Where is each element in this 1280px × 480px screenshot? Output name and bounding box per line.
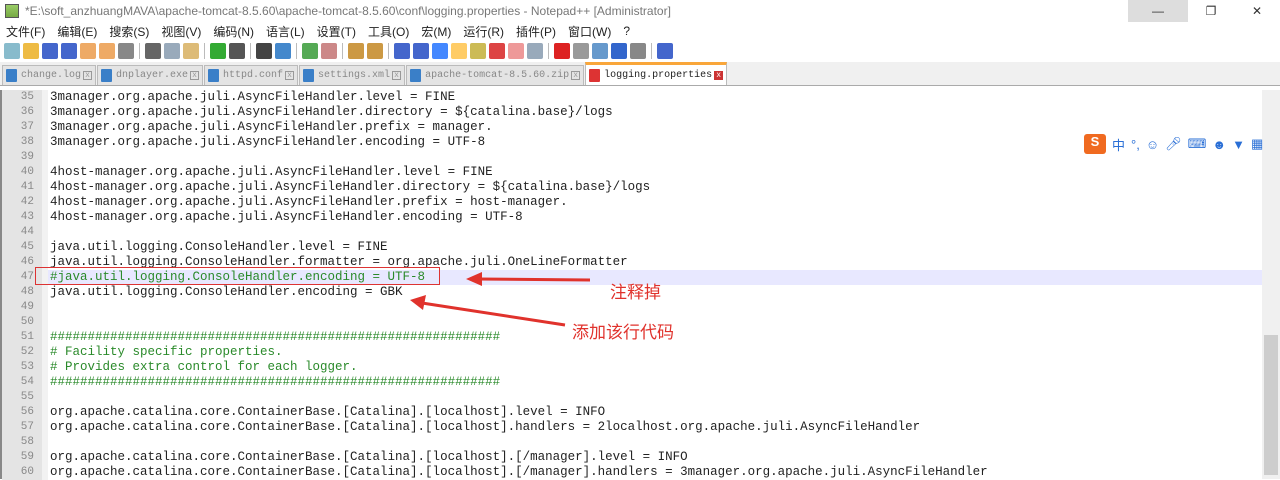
- microphone-icon[interactable]: 🎤︎: [1165, 136, 1182, 152]
- arrow-comment: [477, 277, 591, 282]
- ime-punct[interactable]: °,: [1131, 137, 1140, 152]
- grid-icon[interactable]: ▦: [1251, 136, 1263, 152]
- ime-mode[interactable]: 中: [1112, 135, 1125, 154]
- keyboard-icon[interactable]: ⌨: [1188, 136, 1207, 152]
- sogou-logo[interactable]: S: [1084, 134, 1106, 154]
- user-icon[interactable]: ☻: [1212, 137, 1226, 152]
- annotation-arrows: [410, 272, 591, 327]
- arrowhead: [466, 272, 482, 286]
- skin-icon[interactable]: ▼: [1232, 137, 1245, 152]
- annotation-comment-out: 注释掉: [610, 283, 661, 302]
- annotation-add-line: 添加该行代码: [572, 323, 674, 342]
- ime-toolbar: S 中 °, ☺ 🎤︎ ⌨ ☻ ▼ ▦: [1084, 134, 1263, 154]
- arrowhead: [410, 295, 426, 310]
- arrow-add: [421, 301, 566, 327]
- emoji-icon[interactable]: ☺: [1146, 137, 1159, 152]
